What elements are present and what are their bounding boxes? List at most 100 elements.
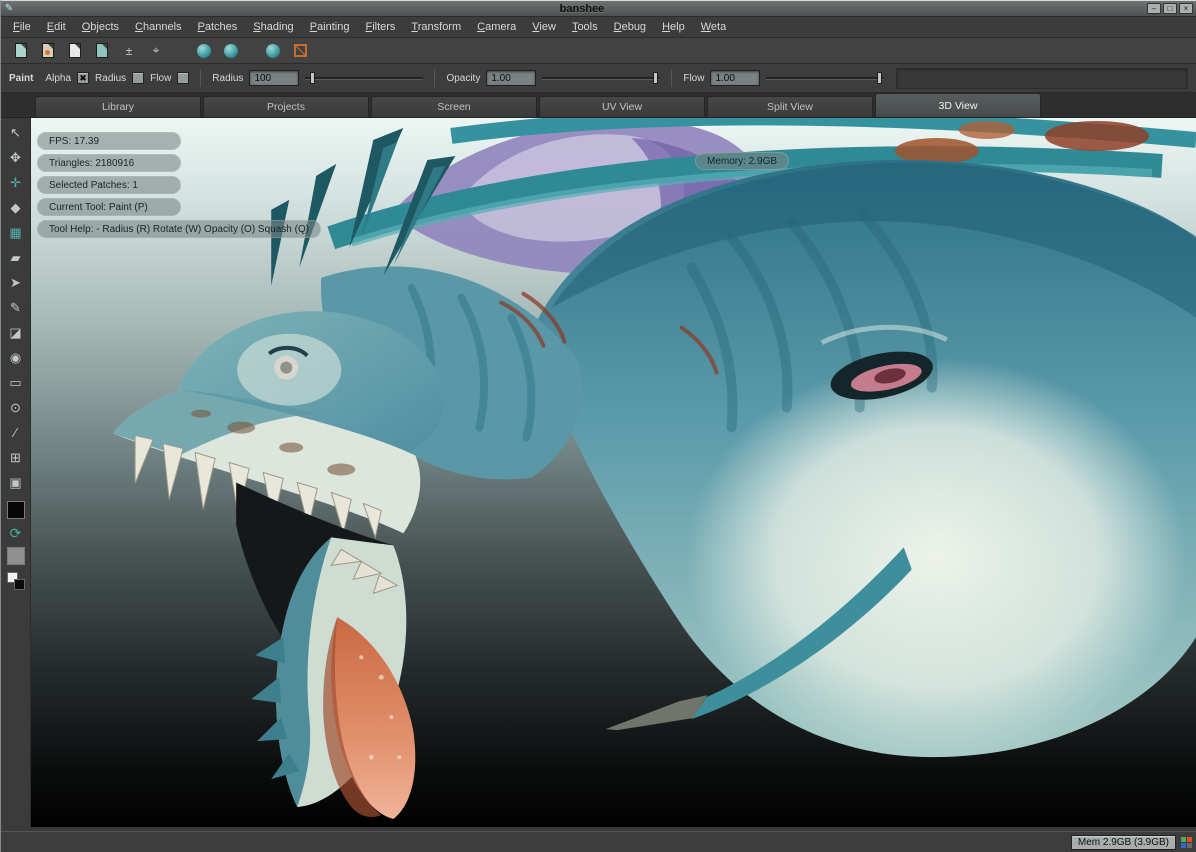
radius-label: Radius xyxy=(212,73,243,84)
plus-minus-icon: ± xyxy=(126,44,133,58)
flow-input[interactable] xyxy=(710,70,760,86)
cube-icon xyxy=(294,44,307,57)
menu-item[interactable]: Edit xyxy=(39,19,74,35)
background-swatch xyxy=(14,579,25,590)
maximize-button[interactable]: □ xyxy=(1163,3,1177,14)
tool-sidebar: ↖ ✥ ✛ ◆ ▦ xyxy=(1,118,31,827)
menu-item[interactable]: Filters xyxy=(357,19,403,35)
main-content: ↖ ✥ ✛ ◆ ▦ xyxy=(1,118,1196,831)
pencil-icon[interactable]: ✎ xyxy=(4,295,28,320)
radius-checkbox[interactable] xyxy=(132,72,144,84)
menu-item[interactable]: Objects xyxy=(74,19,127,35)
swap-colors-icon[interactable]: ⟳ xyxy=(10,526,22,540)
select-cursor-icon[interactable]: ↖ xyxy=(4,120,28,145)
view-tab[interactable]: UV View xyxy=(539,96,705,117)
radius-toggle-label: Radius xyxy=(95,73,126,84)
slider-handle[interactable] xyxy=(877,72,882,84)
slider-handle[interactable] xyxy=(653,72,658,84)
paint-mode-label: Paint xyxy=(9,73,33,84)
color-swatches: ⟳ xyxy=(7,501,25,590)
separator xyxy=(200,69,201,87)
tab-label: Projects xyxy=(267,101,305,113)
knife-line-icon[interactable]: ∕ xyxy=(4,420,28,445)
menu-item[interactable]: File xyxy=(5,19,39,35)
toolbar-spacer xyxy=(896,68,1188,89)
import-image-icon[interactable] xyxy=(92,41,112,61)
paint-settings-toolbar: Paint Alpha ✖ Radius Flow Radius Opacity… xyxy=(1,64,1196,93)
menu-item[interactable]: Transform xyxy=(403,19,469,35)
opacity-input[interactable] xyxy=(486,70,536,86)
menu-item[interactable]: Painting xyxy=(302,19,358,35)
menu-item[interactable]: Camera xyxy=(469,19,524,35)
radius-input[interactable] xyxy=(249,70,299,86)
hud-pill: Triangles: 2180916 xyxy=(37,154,181,172)
hud-pill: Selected Patches: 1 xyxy=(37,176,181,194)
chisel-eraser-icon[interactable]: ◪ xyxy=(4,320,28,345)
menu-item[interactable]: View xyxy=(524,19,564,35)
opacity-slider[interactable] xyxy=(542,71,660,85)
flow-toggle-label: Flow xyxy=(150,73,171,84)
menu-item[interactable]: Patches xyxy=(190,19,246,35)
secondary-color-swatch[interactable] xyxy=(7,547,25,565)
radius-slider[interactable] xyxy=(305,71,423,85)
lit-sphere-icon[interactable] xyxy=(221,41,241,61)
menu-item[interactable]: Channels xyxy=(127,19,190,35)
view-tab[interactable]: Library xyxy=(35,96,201,117)
flow-checkbox[interactable] xyxy=(177,72,189,84)
tab-label: Split View xyxy=(767,101,813,113)
primary-color-swatch[interactable] xyxy=(7,501,25,519)
zoom-region-icon[interactable]: ▣ xyxy=(4,470,28,495)
clone-stamp-icon[interactable]: ◉ xyxy=(4,345,28,370)
separator xyxy=(434,69,435,87)
rig-pose-icon[interactable]: ⌖ xyxy=(146,41,166,61)
grid-warp-icon[interactable]: ▦ xyxy=(4,220,28,245)
menu-item[interactable]: Weta xyxy=(693,19,734,35)
new-project-icon[interactable] xyxy=(11,41,31,61)
minimize-button[interactable]: – xyxy=(1147,3,1161,14)
droplet-icon[interactable]: ◆ xyxy=(4,195,28,220)
document-icon xyxy=(69,43,81,58)
flow-slider[interactable] xyxy=(766,71,884,85)
save-project-icon[interactable] xyxy=(65,41,85,61)
target-icon: ⌖ xyxy=(153,43,160,58)
close-button[interactable]: × xyxy=(1179,3,1193,14)
menu-item[interactable]: Tools xyxy=(564,19,606,35)
marquee-select-icon[interactable]: ▭ xyxy=(4,370,28,395)
sphere-icon xyxy=(197,44,211,58)
fg-bg-swatches[interactable] xyxy=(7,572,25,590)
hud-memory: Memory: 2.9GB xyxy=(695,152,789,170)
hud-pill: FPS: 17.39 xyxy=(37,132,181,150)
viewport-3d[interactable]: FPS: 17.39 Triangles: 2180916 Selected Pat… xyxy=(31,118,1196,827)
app-window: ✎ banshee – □ × FileEditObjectsChannelsP… xyxy=(0,0,1196,852)
pin-icon[interactable]: ➤ xyxy=(4,270,28,295)
app-icon: ✎ xyxy=(1,2,17,16)
radial-falloff-icon[interactable]: ⊙ xyxy=(4,395,28,420)
document-icon xyxy=(15,43,27,58)
statusbar: Mem 2.9GB (3.9GB) xyxy=(1,831,1196,852)
add-remove-layer-icon[interactable]: ± xyxy=(119,41,139,61)
paint-roller-icon[interactable]: ▰ xyxy=(4,245,28,270)
alpha-checkbox[interactable]: ✖ xyxy=(77,72,89,84)
environment-sphere-icon[interactable] xyxy=(263,41,283,61)
document-icon xyxy=(42,43,54,58)
menu-item[interactable]: Debug xyxy=(606,19,654,35)
move-axis-icon[interactable]: ✛ xyxy=(4,170,28,195)
shaded-sphere-icon[interactable] xyxy=(194,41,214,61)
menu-item[interactable]: Shading xyxy=(245,19,301,35)
pan-hand-icon[interactable]: ✥ xyxy=(4,145,28,170)
transform-patch-icon[interactable]: ⊞ xyxy=(4,445,28,470)
slider-handle[interactable] xyxy=(310,72,315,84)
flow-label: Flow xyxy=(683,73,704,84)
view-tab[interactable]: Split View xyxy=(707,96,873,117)
hud-overlay: FPS: 17.39 Triangles: 2180916 Selected Pat… xyxy=(37,132,321,238)
icon-toolbar: ± ⌖ xyxy=(1,38,1196,64)
view-tab[interactable]: 3D View xyxy=(875,93,1041,117)
wireframe-cube-icon[interactable] xyxy=(290,41,310,61)
window-controls: – □ × xyxy=(1147,3,1193,14)
open-project-icon[interactable] xyxy=(38,41,58,61)
view-tab[interactable]: Screen xyxy=(371,96,537,117)
alpha-label: Alpha xyxy=(45,73,71,84)
menu-item[interactable]: Help xyxy=(654,19,693,35)
memory-indicator: Mem 2.9GB (3.9GB) xyxy=(1071,835,1176,850)
view-tab[interactable]: Projects xyxy=(203,96,369,117)
